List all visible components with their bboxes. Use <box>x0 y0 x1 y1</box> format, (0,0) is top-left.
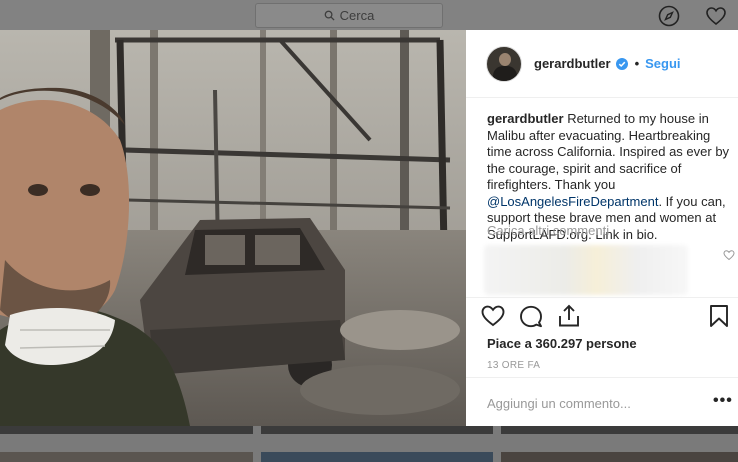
comment-like-heart-icon[interactable] <box>723 249 735 261</box>
search-icon <box>324 10 335 21</box>
feed-thumbnail <box>261 452 493 462</box>
feed-thumbnail <box>501 452 738 462</box>
feed-thumbnail <box>501 426 738 434</box>
feed-thumbnail <box>0 426 253 434</box>
likes-count[interactable]: Piace a 360.297 persone <box>487 336 637 351</box>
post-timestamp[interactable]: 13 ORE FA <box>487 360 540 371</box>
like-heart-icon[interactable] <box>480 303 506 329</box>
comment-bubble-icon[interactable] <box>518 303 544 329</box>
activity-heart-icon[interactable] <box>705 5 727 27</box>
caption-username[interactable]: gerardbutler <box>487 111 564 126</box>
username-link[interactable]: gerardbutler <box>534 56 611 71</box>
feed-thumbnail <box>0 452 253 462</box>
more-options-button[interactable]: ••• <box>713 392 733 410</box>
avatar[interactable] <box>486 45 522 82</box>
caption-mention-link[interactable]: @LosAngelesFireDepartment <box>487 194 658 209</box>
post-header: gerardbutler • Segui <box>466 30 738 98</box>
search-box[interactable]: Cerca <box>255 3 443 28</box>
top-navigation-bar: Cerca <box>0 0 738 30</box>
divider <box>466 377 738 378</box>
separator-dot: • <box>634 56 640 71</box>
burned-house-photo <box>0 30 466 426</box>
blurred-comment <box>484 245 688 295</box>
load-more-comments-button[interactable]: Carica altri commenti <box>487 223 609 238</box>
comment-input[interactable] <box>487 388 687 418</box>
bookmark-icon[interactable] <box>706 303 732 329</box>
post-actions <box>480 303 732 329</box>
verified-badge-icon <box>615 57 628 70</box>
post-photo[interactable] <box>0 30 466 426</box>
divider <box>466 297 738 298</box>
compass-icon[interactable] <box>658 5 680 27</box>
search-placeholder: Cerca <box>339 8 375 23</box>
post-modal: gerardbutler • Segui gerardbutler Return… <box>0 30 738 426</box>
share-icon[interactable] <box>556 303 582 329</box>
post-details-panel: gerardbutler • Segui gerardbutler Return… <box>466 30 738 426</box>
follow-button[interactable]: Segui <box>645 56 680 71</box>
feed-thumbnail <box>261 426 493 434</box>
